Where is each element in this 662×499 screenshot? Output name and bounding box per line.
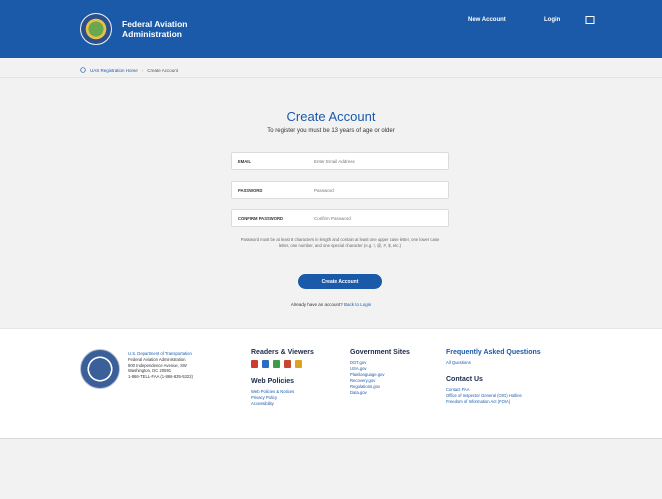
footer-column-readers: Readers & Viewers Web Policies Web Polic… (251, 349, 314, 407)
pdf-reader-icon[interactable] (251, 360, 258, 368)
contact-heading: Contact Us (446, 376, 483, 383)
reader-icons (251, 360, 314, 368)
create-account-button[interactable]: Create Account (298, 274, 382, 289)
email-input[interactable] (310, 153, 448, 169)
brand-line-1: Federal Aviation (122, 19, 188, 29)
accessibility-link[interactable]: Accessibility (251, 401, 314, 407)
gov-sites-heading: Government Sites (350, 349, 410, 356)
gov-site-link[interactable]: Data.gov (350, 390, 410, 396)
dot-seal-logo[interactable] (80, 349, 120, 389)
email-label: EMAIL (238, 158, 252, 164)
powerpoint-viewer-icon[interactable] (284, 360, 291, 368)
nav-login-link[interactable]: Login (544, 17, 560, 23)
password-field[interactable]: PASSWORD (231, 181, 449, 199)
site-footer: U.S. Department of Transportation Federa… (0, 328, 662, 439)
word-viewer-icon[interactable] (262, 360, 269, 368)
footer-column-government-sites: Government Sites DOT.gov USA.gov Plainla… (350, 349, 410, 396)
confirm-password-field[interactable]: CONFIRM PASSWORD (231, 209, 449, 227)
confirm-password-input[interactable] (310, 210, 448, 226)
email-field[interactable]: EMAIL (231, 152, 449, 170)
password-label: PASSWORD (238, 187, 263, 193)
faq-heading[interactable]: Frequently Asked Questions (446, 349, 541, 356)
confirm-password-label: CONFIRM PASSWORD (238, 215, 284, 221)
breadcrumb: UAS Registration Home › Create Account (80, 65, 178, 75)
nav-new-account-link[interactable]: New Account (468, 17, 506, 23)
policies-heading: Web Policies (251, 378, 295, 385)
faa-seal-logo[interactable] (80, 13, 112, 45)
media-player-icon[interactable] (295, 360, 302, 368)
password-input[interactable] (310, 182, 448, 198)
page-subtitle: To register you must be 13 years of age … (267, 128, 395, 134)
foia-link[interactable]: Freedom of Information Act (FOIA) (446, 399, 541, 405)
agency-name: Federal Aviation Administration (128, 356, 186, 362)
site-header: Federal Aviation Administration New Acco… (0, 0, 662, 58)
breadcrumb-home-link[interactable]: UAS Registration Home (90, 68, 138, 73)
have-account-text: Already have an account? (290, 302, 343, 307)
divider (0, 77, 662, 78)
page-title: Create Account (286, 109, 376, 124)
phone-number: 1-866-TELL-FAA (1-866-835-5322) (128, 374, 193, 380)
brand-name[interactable]: Federal Aviation Administration (122, 19, 188, 39)
breadcrumb-separator: › (141, 67, 144, 73)
all-questions-link[interactable]: All Questions (446, 360, 541, 366)
home-icon (80, 67, 86, 73)
readers-heading: Readers & Viewers (251, 349, 314, 356)
search-icon[interactable] (585, 15, 595, 25)
password-requirements: Password must be at least 8 characters i… (240, 237, 440, 248)
breadcrumb-current: Create Account (147, 67, 179, 73)
back-to-login-link[interactable]: Back to Login (344, 302, 371, 307)
excel-viewer-icon[interactable] (273, 360, 280, 368)
dot-address: U.S. Department of Transportation Federa… (128, 351, 193, 380)
brand-line-2: Administration (122, 29, 182, 39)
dot-link[interactable]: U.S. Department of Transportation (128, 351, 193, 357)
login-prompt: Already have an account? Back to Login (0, 302, 662, 307)
footer-column-faq-contact: Frequently Asked Questions All Questions… (446, 349, 541, 405)
